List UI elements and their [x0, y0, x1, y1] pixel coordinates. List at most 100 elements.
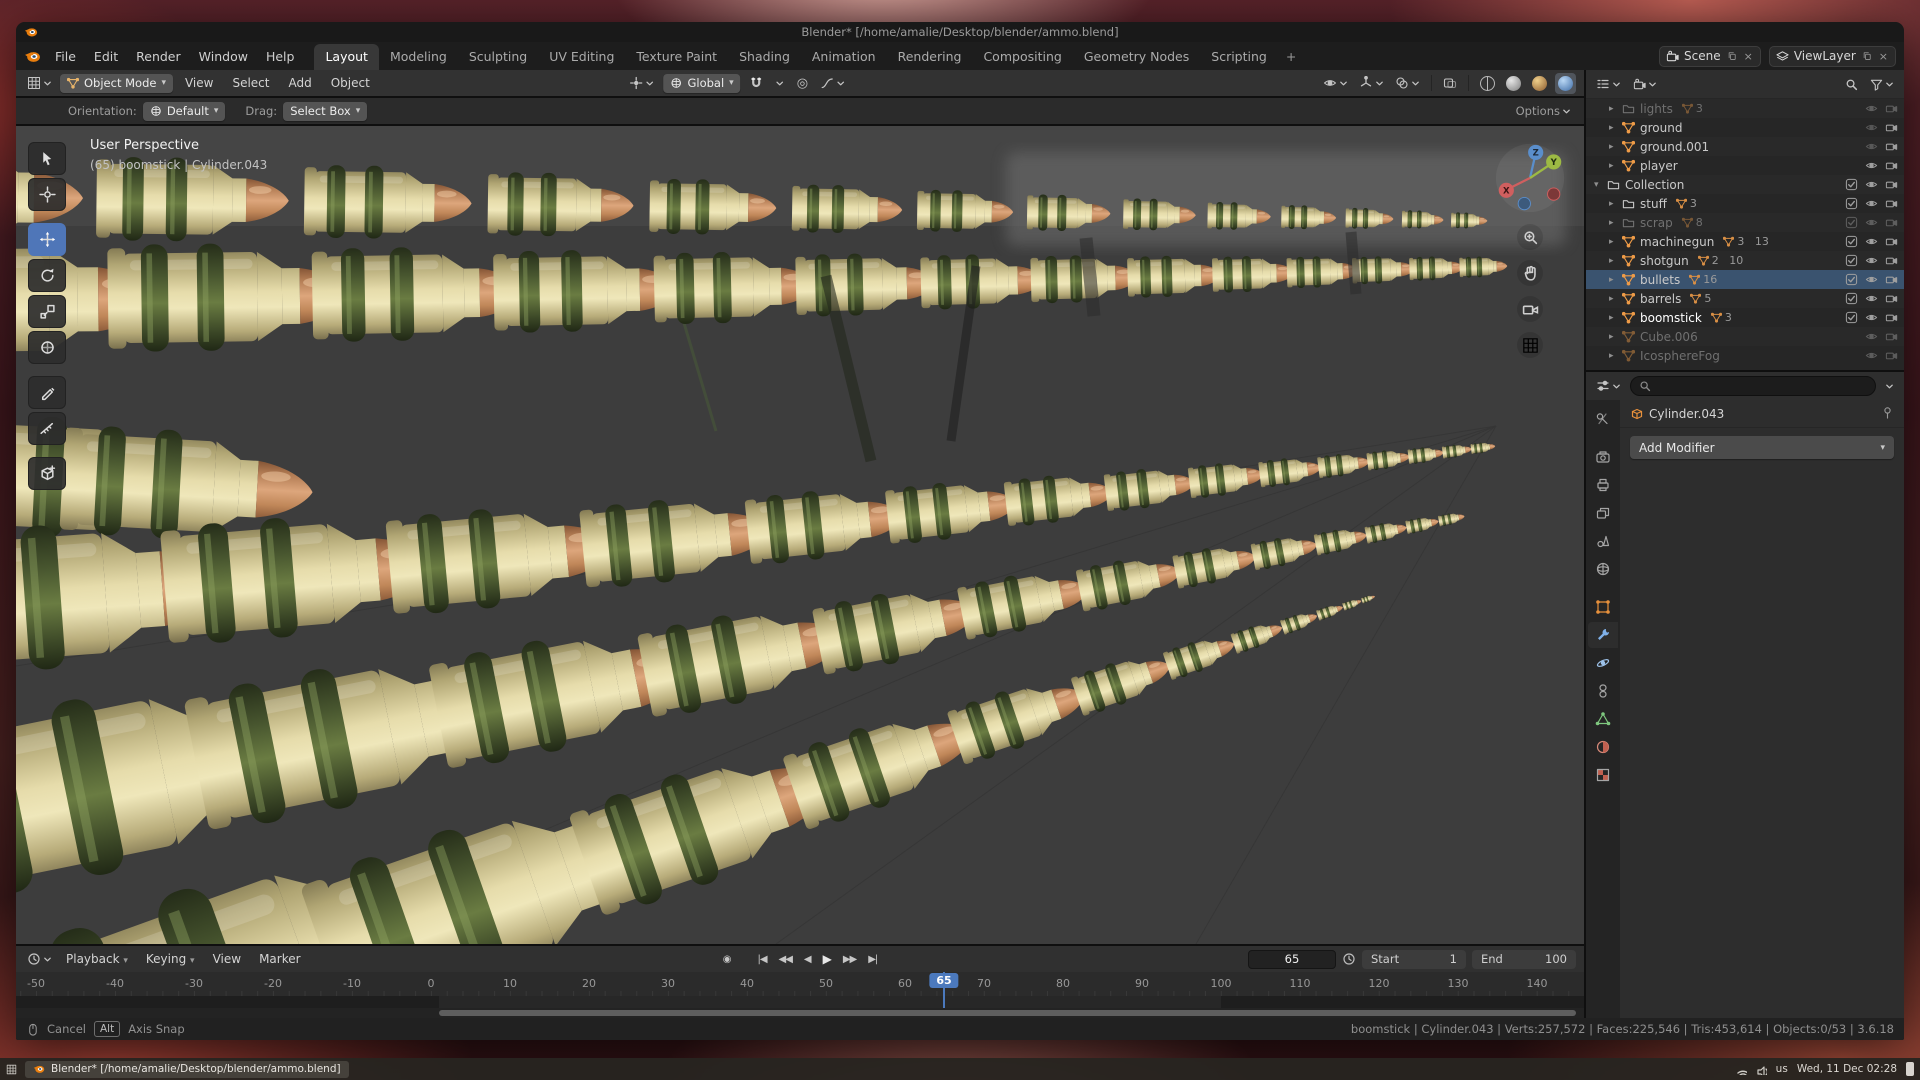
outliner-item-cube006[interactable]: ▸Cube.006	[1586, 327, 1904, 346]
tab-material[interactable]	[1588, 734, 1618, 760]
checkbox-icon[interactable]	[1845, 197, 1858, 210]
network-icon[interactable]	[1736, 1064, 1747, 1075]
menu-tl-view[interactable]: View	[206, 950, 248, 968]
taskbar-window-button[interactable]: Blender* [/home/amalie/Desktop/blender/a…	[25, 1061, 349, 1078]
show-desktop-button[interactable]	[1906, 1062, 1914, 1076]
tab-texture-paint[interactable]: Texture Paint	[625, 44, 728, 70]
tool-select-box[interactable]	[28, 142, 66, 175]
tab-rendering[interactable]: Rendering	[887, 44, 973, 70]
taskbar-clock[interactable]: Wed, 11 Dec 02:28	[1797, 1063, 1897, 1075]
overlays-dropdown[interactable]	[1392, 74, 1423, 92]
outliner-item-stuff[interactable]: ▸stuff3	[1586, 194, 1904, 213]
camera-view-icon[interactable]	[1517, 296, 1543, 322]
menu-select[interactable]: Select	[225, 74, 276, 92]
checkbox-icon[interactable]	[1845, 254, 1858, 267]
tab-output[interactable]	[1588, 472, 1618, 498]
gizmos-dropdown[interactable]	[1356, 74, 1387, 92]
volume-icon[interactable]	[1756, 1064, 1767, 1075]
shading-material-button[interactable]	[1529, 73, 1550, 94]
tool-orientation-dropdown[interactable]: Default ▾	[143, 102, 226, 121]
menu-window[interactable]: Window	[191, 46, 256, 67]
eye-icon[interactable]	[1865, 349, 1878, 362]
tab-compositing[interactable]: Compositing	[972, 44, 1072, 70]
camera-visibility-icon[interactable]	[1885, 292, 1898, 305]
eye-icon[interactable]	[1865, 178, 1878, 191]
outliner-editor-type-button[interactable]	[1593, 75, 1624, 93]
ortho-grid-icon[interactable]	[1517, 332, 1543, 358]
xray-toggle[interactable]	[1440, 74, 1460, 92]
options-button[interactable]: Options	[1513, 102, 1574, 120]
window-titlebar[interactable]: Blender* [/home/amalie/Desktop/blender/a…	[16, 22, 1904, 42]
snap-settings-button[interactable]	[773, 77, 788, 90]
outliner-item-icospherefog[interactable]: ▸IcosphereFog	[1586, 346, 1904, 365]
use-preview-range-icon[interactable]	[1342, 952, 1356, 966]
eye-icon[interactable]	[1865, 311, 1878, 324]
menu-render[interactable]: Render	[128, 46, 189, 67]
jump-to-end-button[interactable]: ▶|	[863, 952, 882, 967]
checkbox-icon[interactable]	[1845, 292, 1858, 305]
properties-search-input[interactable]	[1656, 380, 1867, 392]
axis-navigation-gizmo[interactable]: Z Y X	[1494, 142, 1566, 214]
eye-icon[interactable]	[1865, 292, 1878, 305]
start-frame-field[interactable]: Start 1	[1362, 950, 1466, 969]
new-viewlayer-icon[interactable]	[1861, 50, 1873, 62]
camera-visibility-icon[interactable]	[1885, 140, 1898, 153]
menu-object[interactable]: Object	[324, 74, 377, 92]
timeline-ruler[interactable]: -50 -40 -30 -20 -10 0 10 20 30 40 50 60	[16, 972, 1584, 996]
menu-playback[interactable]: Playback ▾	[59, 950, 135, 968]
add-modifier-dropdown[interactable]: Add Modifier ▾	[1630, 436, 1894, 459]
editor-type-button[interactable]	[24, 74, 55, 92]
tab-shading[interactable]: Shading	[728, 44, 801, 70]
camera-visibility-icon[interactable]	[1885, 159, 1898, 172]
eye-icon[interactable]	[1865, 121, 1878, 134]
camera-visibility-icon[interactable]	[1885, 178, 1898, 191]
tab-modifiers[interactable]	[1588, 622, 1618, 648]
drag-dropdown[interactable]: Select Box ▾	[283, 102, 367, 121]
outliner-item-bullets[interactable]: ▸bullets16	[1586, 270, 1904, 289]
timeline-scrollbar[interactable]	[16, 1008, 1584, 1018]
menu-marker[interactable]: Marker	[252, 950, 307, 968]
tool-transform[interactable]	[28, 331, 66, 364]
properties-editor-type-button[interactable]	[1593, 377, 1624, 395]
checkbox-icon[interactable]	[1845, 235, 1858, 248]
shading-solid-button[interactable]	[1503, 73, 1524, 94]
pivot-point-button[interactable]	[626, 74, 657, 92]
orientation-dropdown[interactable]: Global ▾	[663, 74, 740, 93]
breadcrumb-object-name[interactable]: Cylinder.043	[1649, 407, 1724, 421]
unlink-scene-icon[interactable]: ×	[1743, 50, 1754, 63]
tab-object-data[interactable]	[1588, 706, 1618, 732]
timeline-editor-type-button[interactable]	[24, 950, 55, 968]
timeline-region[interactable]	[16, 996, 1584, 1008]
checkbox-icon[interactable]	[1845, 178, 1858, 191]
visibility-dropdown[interactable]	[1320, 74, 1351, 92]
outliner-item-ground[interactable]: ▸ground	[1586, 118, 1904, 137]
keyboard-layout-indicator[interactable]: us	[1776, 1063, 1788, 1075]
current-frame-field[interactable]: 65	[1248, 950, 1336, 969]
tool-cursor[interactable]	[28, 178, 66, 211]
tab-sculpting[interactable]: Sculpting	[458, 44, 538, 70]
proportional-edit-toggle[interactable]: ◎	[794, 74, 811, 93]
tool-rotate[interactable]	[28, 259, 66, 292]
menu-add[interactable]: Add	[282, 74, 319, 92]
jump-to-start-button[interactable]: |◀	[752, 952, 771, 967]
playhead-frame-badge[interactable]: 65	[929, 973, 958, 988]
outliner-item-boomstick[interactable]: ▸boomstick3	[1586, 308, 1904, 327]
checkbox-icon[interactable]	[1845, 273, 1858, 286]
eye-icon[interactable]	[1865, 102, 1878, 115]
menu-file[interactable]: File	[47, 46, 84, 67]
play-reverse-button[interactable]: ◀	[799, 952, 816, 967]
tab-animation[interactable]: Animation	[801, 44, 887, 70]
outliner-item-collection[interactable]: ▾Collection	[1586, 175, 1904, 194]
zoom-tool-icon[interactable]	[1517, 224, 1543, 250]
camera-visibility-icon[interactable]	[1885, 235, 1898, 248]
menu-help[interactable]: Help	[258, 46, 303, 67]
falloff-button[interactable]	[817, 74, 848, 92]
eye-icon[interactable]	[1865, 254, 1878, 267]
shading-wireframe-button[interactable]	[1477, 73, 1498, 94]
checkbox-icon[interactable]	[1845, 311, 1858, 324]
play-button[interactable]: ▶	[818, 950, 836, 968]
properties-filter-button[interactable]	[1882, 380, 1897, 393]
remove-viewlayer-icon[interactable]: ×	[1878, 50, 1889, 63]
tab-scene[interactable]	[1588, 528, 1618, 554]
outliner-search-button[interactable]	[1842, 76, 1861, 93]
